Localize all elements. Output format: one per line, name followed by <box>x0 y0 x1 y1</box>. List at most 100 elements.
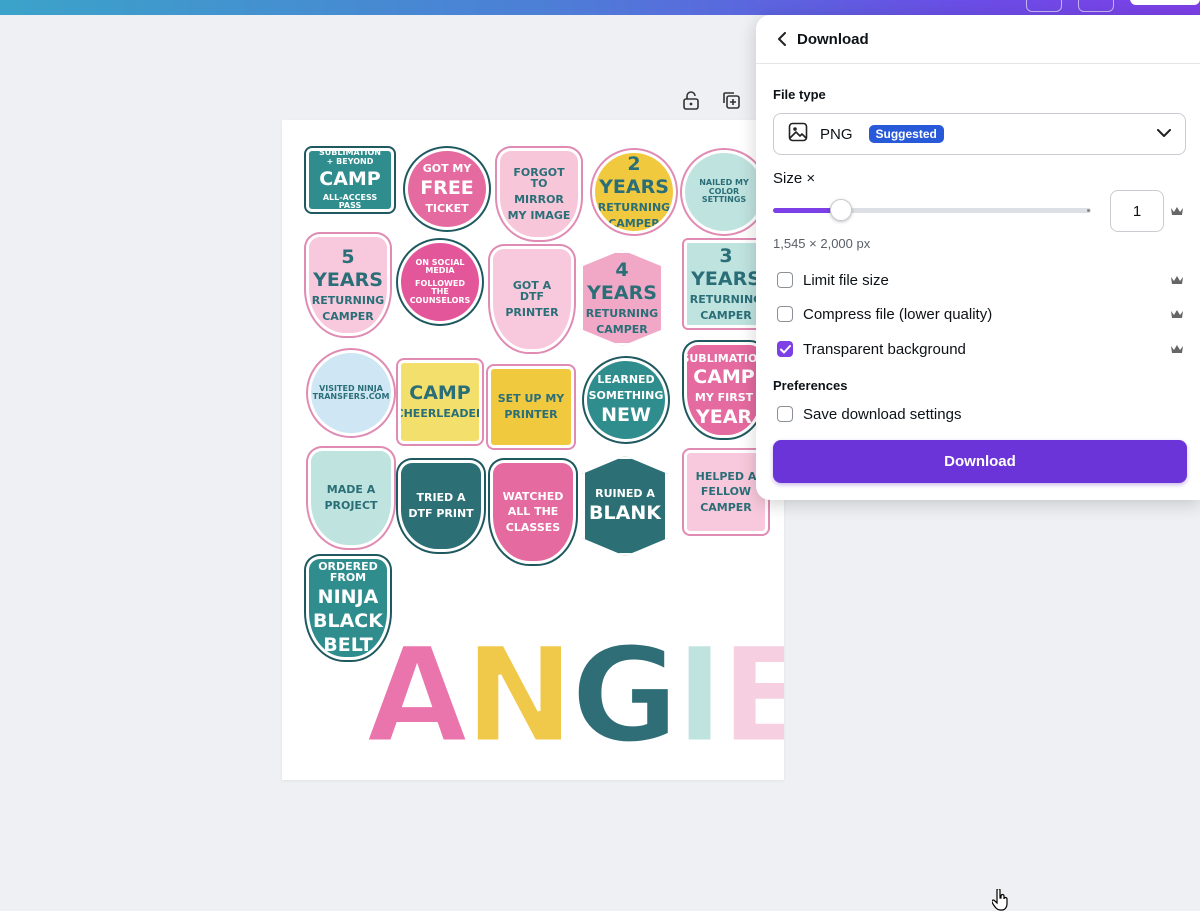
limit-file-size-option[interactable]: Limit file size <box>777 269 889 291</box>
toolbar-button[interactable] <box>1026 0 1062 12</box>
name-letter: G <box>569 619 680 773</box>
sticker-text: DTF PRINT <box>408 507 474 520</box>
save-settings-option[interactable]: Save download settings <box>777 403 961 425</box>
sticker-text: LEARNED <box>597 373 655 387</box>
sticker-watched-classes[interactable]: WATCHED ALL THE CLASSES <box>490 460 576 564</box>
sticker-text: ALL THE <box>507 505 559 519</box>
sticker-text: MY IMAGE <box>507 208 571 222</box>
sticker-text: GOT MY <box>422 162 472 176</box>
size-slider[interactable] <box>773 199 1093 221</box>
share-button[interactable] <box>1130 0 1200 5</box>
sticker-returning-5[interactable]: 5 YEARS RETURNING CAMPER <box>306 234 390 336</box>
name-letter: N <box>463 619 577 773</box>
sticker-text: YEARS <box>587 282 657 305</box>
save-settings-label: Save download settings <box>803 405 962 423</box>
download-button[interactable]: Download <box>773 440 1187 911</box>
preferences-label: Preferences <box>773 378 848 393</box>
sticker-text: 5 <box>341 245 355 268</box>
sticker-text: NINJA <box>317 585 379 608</box>
sticker-text: CAMPER <box>700 308 752 322</box>
file-type-label: File type <box>773 87 826 102</box>
panel-header: Download <box>756 15 1200 64</box>
sticker-text: RETURNING <box>597 201 671 215</box>
transparent-background-checkbox[interactable] <box>777 341 793 357</box>
chevron-down-icon <box>1157 125 1171 143</box>
design-page[interactable]: SUBLIMATION + BEYOND CAMP ALL-ACCESS PASS G… <box>282 120 784 780</box>
sticker-learned-new[interactable]: LEARNED SOMETHING NEW <box>584 358 668 442</box>
sticker-text: PRINTER <box>505 305 559 319</box>
sticker-text: TRIED A <box>416 491 466 505</box>
sticker-text: ORDERED FROM <box>318 559 378 585</box>
slider-thumb[interactable] <box>829 199 852 221</box>
limit-file-size-checkbox[interactable] <box>777 272 793 288</box>
sticker-text: YEAR <box>695 405 753 428</box>
sticker-text: CAMP <box>319 168 381 191</box>
sticker-ninja-transfers[interactable]: VISITED NINJA TRANSFERS.COM <box>308 350 394 436</box>
name-letter: E <box>719 619 784 773</box>
crown-icon <box>1171 345 1183 353</box>
sticker-text: CAMPER <box>596 322 648 336</box>
crown-icon <box>1171 276 1183 284</box>
sticker-text: VISITED NINJA TRANSFERS.COM <box>312 383 390 401</box>
size-label: Size × <box>773 170 816 187</box>
name-letter: A <box>364 619 469 773</box>
slider-end-dot <box>1087 209 1090 212</box>
sticker-text: YEARS <box>599 176 669 199</box>
sticker-free-ticket[interactable]: GOT MY FREE TICKET <box>405 148 489 230</box>
sticker-text: FREE <box>420 177 474 200</box>
sticker-text: CAMPER <box>608 216 660 230</box>
duplicate-page-icon[interactable] <box>720 89 742 111</box>
sticker-text: GOT A DTF <box>512 278 552 304</box>
canvas-toolbar <box>680 89 742 111</box>
top-app-bar <box>0 0 1200 15</box>
sticker-first-year[interactable]: SUBLIMATION CAMP MY FIRST YEAR <box>684 342 764 438</box>
transparent-background-label: Transparent background <box>803 340 966 358</box>
sticker-text: 3 <box>719 244 733 267</box>
compress-file-option[interactable]: Compress file (lower quality) <box>777 303 992 325</box>
sticker-tried-dtf[interactable]: TRIED A DTF PRINT <box>398 460 484 552</box>
sticker-text: RETURNING <box>585 307 659 321</box>
sticker-text: NAILED MY COLOR SETTINGS <box>699 178 749 205</box>
sticker-ruined-blank[interactable]: RUINED A BLANK <box>582 456 668 556</box>
sticker-camp-cheerleader[interactable]: CAMP CHEERLEADER <box>398 360 482 444</box>
sticker-text: SUBLIMATION + BEYOND <box>319 148 381 166</box>
sticker-returning-2[interactable]: 2 YEARS RETURNING CAMPER <box>592 150 676 234</box>
sticker-text: 4 <box>615 258 629 281</box>
sticker-social-media[interactable]: ON SOCIAL MEDIA FOLLOWED THE COUNSELORS <box>398 240 482 324</box>
sticker-setup-printer[interactable]: SET UP MY PRINTER <box>488 366 574 448</box>
sticker-text: CHEERLEADER <box>398 407 482 421</box>
sticker-text: CAMPER <box>700 500 752 514</box>
sticker-text: SUBLIMATION <box>684 351 764 365</box>
sticker-text: YEARS <box>691 268 761 291</box>
name-letter: I <box>674 619 726 773</box>
sticker-dtf-printer[interactable]: GOT A DTF PRINTER <box>490 246 574 352</box>
sticker-text: PROJECT <box>324 499 378 512</box>
sticker-text: MIRROR <box>514 193 564 206</box>
transparent-background-option[interactable]: Transparent background <box>777 338 966 360</box>
back-arrow-icon[interactable] <box>772 29 792 49</box>
sticker-text: FELLOW <box>700 485 752 499</box>
sticker-color-settings[interactable]: NAILED MY COLOR SETTINGS <box>682 150 766 234</box>
name-lettering[interactable]: ANGIE <box>364 619 784 773</box>
compress-file-label: Compress file (lower quality) <box>803 305 993 323</box>
sticker-text: RUINED A <box>595 487 655 501</box>
download-panel: Download File type PNG Suggested Size × … <box>756 15 1200 911</box>
pixel-dimensions: 1,545 × 2,000 px <box>773 236 871 251</box>
sticker-returning-4[interactable]: 4 YEARS RETURNING CAMPER <box>580 250 664 346</box>
file-type-dropdown[interactable]: PNG Suggested <box>773 113 1186 155</box>
sticker-text: CLASSES <box>505 520 561 534</box>
unlock-icon[interactable] <box>680 89 702 111</box>
save-settings-checkbox[interactable] <box>777 406 793 422</box>
sticker-text: CAMP <box>693 366 755 389</box>
sticker-forgot-mirror[interactable]: FORGOT TO MIRROR MY IMAGE <box>497 148 581 240</box>
sticker-made-project[interactable]: MADE A PROJECT <box>308 448 394 548</box>
crown-icon <box>1171 207 1183 215</box>
sticker-all-access-pass[interactable]: SUBLIMATION + BEYOND CAMP ALL-ACCESS PASS <box>306 148 394 212</box>
size-input[interactable]: 1 <box>1110 190 1164 232</box>
sticker-text: NEW <box>601 403 651 426</box>
compress-file-checkbox[interactable] <box>777 306 793 322</box>
toolbar-button[interactable] <box>1078 0 1114 12</box>
sticker-text: CAMPER <box>322 309 374 323</box>
checkmark-icon <box>779 344 791 353</box>
sticker-text: HELPED A <box>695 469 757 483</box>
